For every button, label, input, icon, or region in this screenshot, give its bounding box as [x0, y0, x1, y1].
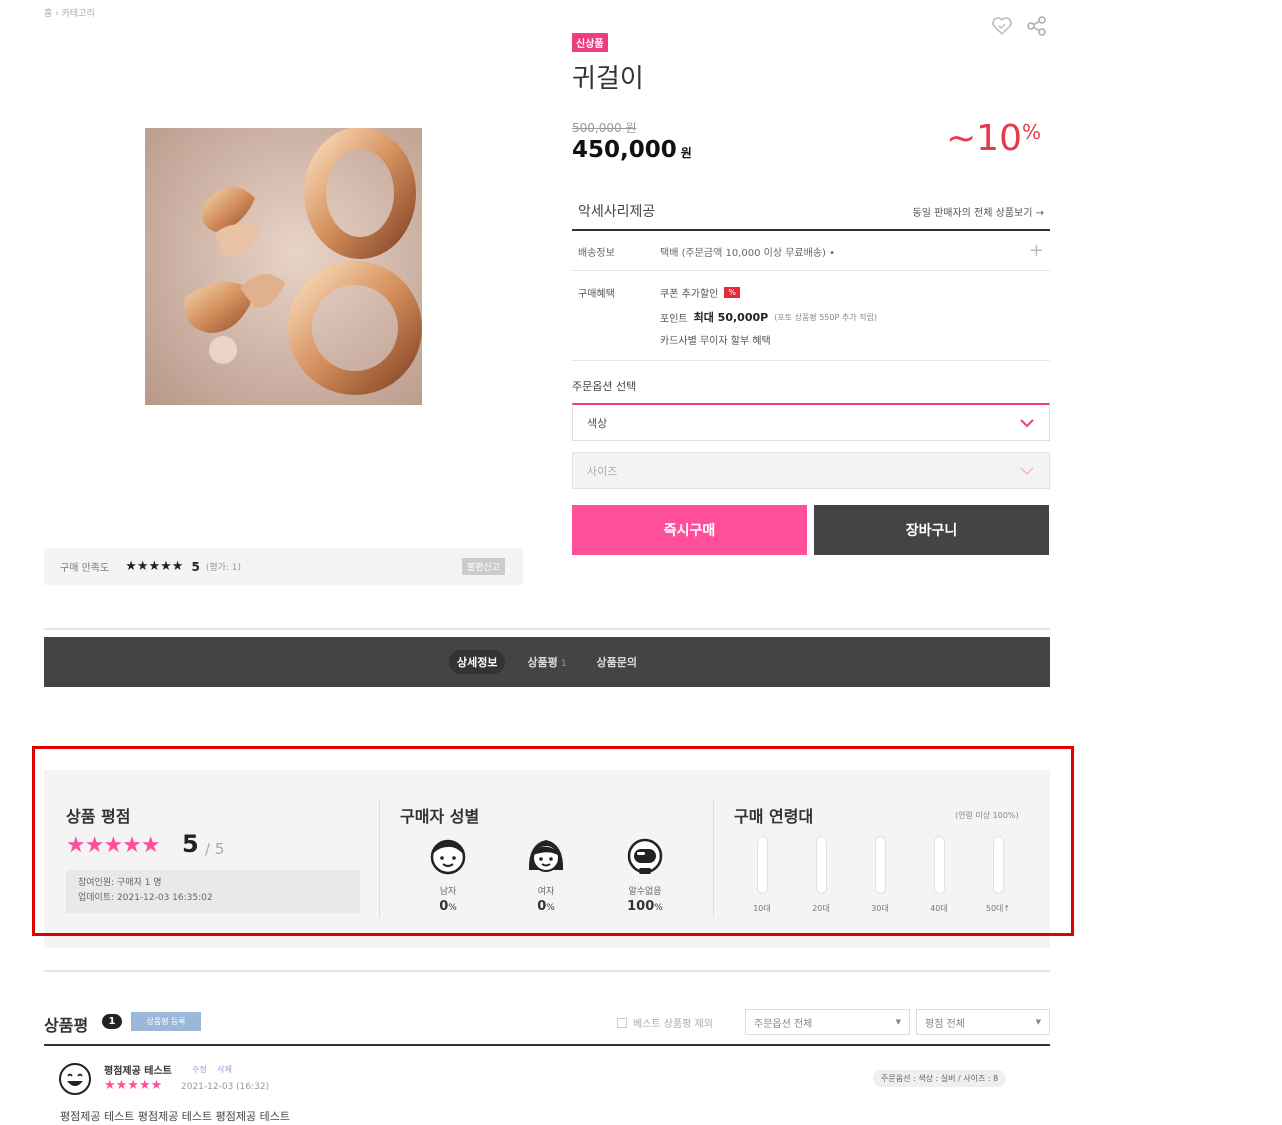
original-price: 500,000 원 [572, 121, 637, 135]
option-filter-label: 주문옵션 전체 [754, 1018, 813, 1030]
discount-value: 10 [976, 118, 1022, 159]
tab-count: 1 [560, 659, 567, 669]
chevron-down-icon: ▼ [895, 1018, 901, 1026]
best-exclude-checkbox[interactable]: 베스트 상품평 제외 [617, 1015, 713, 1030]
tab-bar: 상세정보 상품평 1 상품문의 [44, 637, 1050, 687]
shipping-text: 택배 (주문금액 10,000 이상 무료배송) • [660, 248, 835, 259]
currency-unit: 원 [680, 146, 692, 160]
buy-now-button[interactable]: 즉시구매 [572, 505, 807, 555]
coupon-text: 쿠폰 추가할인 [660, 289, 719, 300]
write-review-button[interactable]: 상품평 등록 [131, 1012, 201, 1031]
chevron-down-icon: ▼ [1035, 1018, 1041, 1026]
expand-shipping-icon[interactable]: + [1029, 240, 1044, 261]
price: 450,000 원 [572, 137, 692, 163]
checkbox[interactable] [617, 1017, 627, 1028]
best-exclude-label: 베스트 상품평 제외 [633, 1019, 713, 1030]
edit-review-link[interactable]: 수정 [192, 1065, 207, 1074]
seller-all-products-link[interactable]: 동일 판매자의 전체 상품보기 → [913, 204, 1045, 219]
rating-filter-select[interactable]: 평점 전체 ▼ [916, 1009, 1050, 1035]
option-label: 주문옵션 선택 [572, 380, 637, 393]
delete-review-link[interactable]: 삭제 [217, 1065, 232, 1074]
divider [44, 970, 1050, 972]
point-line: 포인트 최대 50,000P (포토 상품평 550P 추가 적립) [660, 309, 877, 325]
tab-label: 상품평 [527, 656, 558, 669]
discount-unit: % [1021, 120, 1041, 144]
seller-row: 악세사리제공 동일 판매자의 전체 상품보기 → [572, 193, 1050, 231]
reviewer-name: 평점제공 테스트 [104, 1066, 172, 1077]
breadcrumb[interactable]: 홈 › 카테고리 [44, 6, 95, 19]
heart-icon[interactable] [990, 14, 1014, 38]
product-image [145, 128, 422, 405]
tab-label: 상세정보 [456, 656, 498, 669]
review-date: 2021-12-03 (16:32) [181, 1082, 270, 1092]
share-icon[interactable] [1025, 14, 1049, 38]
rating-filter-label: 평점 전체 [925, 1018, 965, 1030]
tab-qna[interactable]: 상품문의 [589, 650, 645, 674]
smiley-avatar-icon [58, 1062, 92, 1096]
add-to-cart-button[interactable]: 장바구니 [814, 505, 1049, 555]
card-benefit-text[interactable]: 카드사별 무이자 할부 혜택 [660, 332, 771, 347]
coupon-badge[interactable]: % [724, 287, 740, 298]
discount-prefix: ~ [946, 118, 977, 159]
review-option: 주문옵션 : 색상 : 실버 / 사이즈 : 8 [873, 1070, 1007, 1087]
color-select-placeholder: 색상 [587, 416, 608, 430]
satisfaction-stars: ★★★★★ [125, 559, 184, 574]
review-actions: 수정 삭제 [192, 1064, 232, 1075]
price-value: 450,000 [572, 137, 677, 163]
tab-reviews[interactable]: 상품평 1 [519, 650, 574, 674]
reviews-title: 상품평 [44, 1016, 89, 1035]
size-select[interactable]: 사이즈 [572, 452, 1050, 489]
seller-name[interactable]: 악세사리제공 [578, 201, 655, 221]
review-text: 평점제공 테스트 평점제공 테스트 평점제공 테스트 [60, 1110, 291, 1123]
review-stars: ★★★★★ [104, 1078, 163, 1093]
shipping-row: 배송정보 택배 (주문금액 10,000 이상 무료배송) • + [572, 232, 1050, 271]
satisfaction-bar: 구매 만족도 ★★★★★ 5 (평가: 1) 불편신고 [44, 548, 523, 585]
divider [44, 628, 1050, 630]
point-note: (포토 상품평 550P 추가 적립) [774, 312, 877, 322]
tab-label: 상품문의 [596, 656, 638, 669]
card-line: 카드사별 무이자 할부 혜택 [660, 332, 771, 347]
size-select-placeholder: 사이즈 [587, 464, 618, 478]
color-select[interactable]: 색상 [572, 403, 1050, 441]
reviews-count-badge: 1 [102, 1014, 122, 1029]
satisfaction-score: 5 [191, 559, 200, 574]
product-title: 귀걸이 [572, 64, 644, 94]
tab-detail[interactable]: 상세정보 [448, 650, 506, 674]
satisfaction-count: (평가: 1) [205, 563, 242, 573]
satisfaction-label: 구매 만족도 [60, 563, 110, 574]
benefit-label: 구매혜택 [578, 289, 615, 300]
chevron-down-icon [1020, 418, 1034, 427]
chevron-down-icon [1020, 466, 1034, 475]
divider [44, 1044, 1050, 1046]
benefit-row: 구매혜택 쿠폰 추가할인 % 포인트 최대 50,000P (포토 상품평 55… [572, 271, 1050, 361]
option-filter-select[interactable]: 주문옵션 전체 ▼ [745, 1009, 910, 1035]
coupon-line: 쿠폰 추가할인 % [660, 285, 740, 300]
point-max: 최대 50,000P [693, 311, 769, 324]
point-label: 포인트 [660, 313, 688, 325]
report-button[interactable]: 불편신고 [461, 558, 505, 575]
highlight-box [32, 746, 1074, 936]
discount-rate: ~ 10 % [946, 118, 1041, 159]
new-product-badge: 신상품 [572, 33, 608, 52]
shipping-label: 배송정보 [578, 248, 615, 259]
